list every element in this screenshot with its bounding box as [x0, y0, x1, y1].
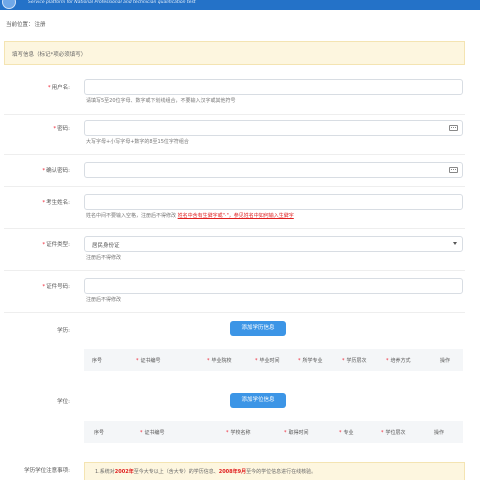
add-education-button[interactable]: 添加学历信息 [230, 321, 286, 336]
degree-label: 学位: [57, 399, 70, 405]
id-type-value: 居民身份证 [92, 243, 120, 249]
notice-text: 填写信息（标记*项必须填写） [12, 52, 87, 58]
degree-col: 序号 [94, 430, 105, 436]
id-number-input[interactable] [84, 278, 463, 294]
education-col: * 证书编号 [136, 358, 161, 364]
password-label: *密码: [53, 126, 70, 132]
name-label: *考生姓名: [42, 200, 70, 206]
keyboard-icon[interactable] [449, 167, 458, 173]
education-col: * 所学专业 [298, 358, 323, 364]
degree-col: * 学位层次 [381, 430, 406, 436]
id-type-select[interactable]: 居民身份证 [84, 236, 463, 252]
top-banner: Service platform for National Profession… [0, 0, 480, 10]
username-hint: 请填写5至20位字母、数字或下划线组合，不要输入汉字或其他符号 [86, 98, 236, 104]
breadcrumb-current: 注册 [34, 22, 46, 28]
password-hint: 大写字母+小写字母+数字的8至15位字符组合 [86, 139, 189, 145]
name-hint: 姓名中间不要输入空格，注册后不得修改 姓名中含有生僻字或"·"，参见姓名中如何输… [86, 213, 294, 219]
breadcrumb: 当前位置：注册 [6, 20, 46, 28]
id-type-hint: 注册后不得修改 [86, 255, 122, 261]
name-input[interactable] [84, 194, 463, 210]
username-label: *用户名: [47, 85, 70, 91]
id-number-label: *证件号码: [42, 284, 70, 290]
notes-box: 1.系统对2002年至今大专以上（含大专）的学历信息、2008年9月至今的学位信… [84, 462, 465, 480]
keyboard-icon[interactable] [449, 125, 458, 131]
education-col: 序号 [92, 358, 103, 364]
breadcrumb-prefix: 当前位置： [6, 22, 34, 28]
education-label: 学历: [57, 328, 70, 334]
rare-char-link[interactable]: 姓名中含有生僻字或"·"，参见姓名中如何输入生僻字 [178, 213, 294, 219]
required-notice: 填写信息（标记*项必须填写） [4, 41, 465, 65]
username-input[interactable] [84, 79, 463, 95]
notes-text: 1.系统对2002年至今大专以上（含大专）的学历信息、2008年9月至今的学位信… [95, 469, 317, 475]
chevron-down-icon [453, 242, 457, 245]
degree-col: * 学校名称 [226, 430, 251, 436]
confirm-password-input[interactable] [84, 162, 463, 178]
password-input[interactable] [84, 120, 463, 136]
divider [4, 154, 465, 155]
divider [4, 270, 465, 271]
logo-icon [2, 0, 16, 9]
degree-table-header: 序号 * 证书编号 * 学校名称 * 取得时间 * 专业 * 学位层次 操作 [84, 421, 463, 443]
divider [4, 114, 465, 115]
banner-subtitle: Service platform for National Profession… [28, 0, 196, 5]
education-col: * 毕业院校 [207, 358, 232, 364]
education-table-header: 序号 * 证书编号 * 毕业院校 * 毕业时间 * 所学专业 * 学历层次 * 培养方式 操… [84, 349, 463, 371]
degree-col: * 专业 [339, 430, 354, 436]
degree-col: * 取得时间 [284, 430, 309, 436]
education-col: 操作 [440, 358, 451, 364]
id-number-hint: 注册后不得修改 [86, 297, 122, 303]
degree-col: * 证书编号 [140, 430, 165, 436]
divider [4, 228, 465, 229]
education-col: * 培养方式 [386, 358, 411, 364]
education-col: * 学历层次 [342, 358, 367, 364]
divider [4, 186, 465, 187]
notes-label: 学历学位注意事项: [24, 468, 70, 474]
add-degree-button[interactable]: 添加学位信息 [230, 393, 286, 408]
divider [4, 312, 465, 313]
id-type-label: *证件类型: [42, 242, 70, 248]
confirm-password-label: *确认密码: [42, 168, 70, 174]
degree-col: 操作 [434, 430, 445, 436]
education-col: * 毕业时间 [255, 358, 280, 364]
